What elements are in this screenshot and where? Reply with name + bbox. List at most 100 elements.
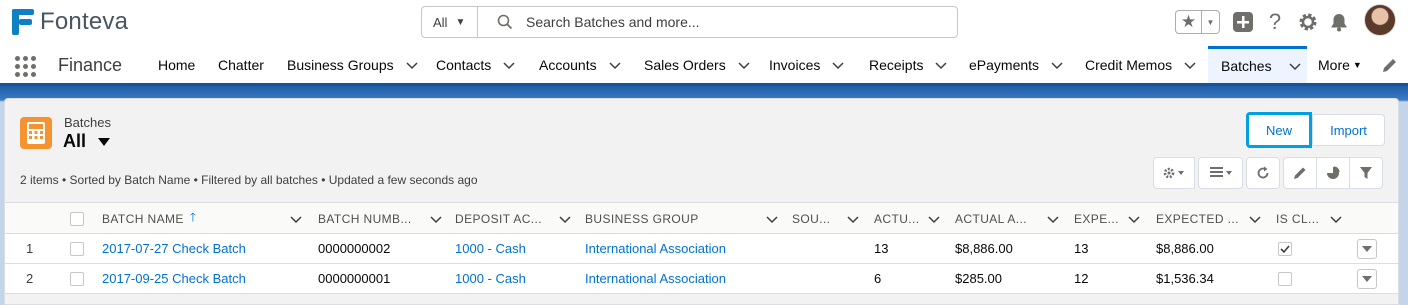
deposit-account-link[interactable]: 1000 - Cash (455, 234, 526, 263)
actual-amount-cell: $285.00 (955, 271, 1002, 286)
display-as-table-button[interactable] (1198, 157, 1243, 189)
list-settings-button[interactable] (1153, 157, 1195, 189)
chevron-down-icon[interactable] (928, 213, 940, 225)
filter-button[interactable] (1349, 157, 1383, 189)
column-header-actual-amount[interactable]: Actual A... (955, 203, 1059, 234)
batch-name-link[interactable]: 2017-07-27 Check Batch (102, 234, 246, 263)
list-summary: 2 items • Sorted by Batch Name • Filtere… (20, 173, 478, 187)
actual-count-cell: 13 (874, 241, 889, 256)
row-number: 1 (26, 241, 34, 256)
search-icon (497, 14, 513, 30)
new-button[interactable]: New (1246, 112, 1312, 148)
chevron-down-icon[interactable] (738, 59, 750, 71)
nav-item-more[interactable]: More ▼ (1318, 46, 1362, 83)
chevron-down-icon[interactable] (832, 59, 844, 71)
business-group-link[interactable]: International Association (585, 234, 726, 263)
chevron-down-icon[interactable] (559, 213, 571, 225)
column-header-business-group[interactable]: Business Group (585, 203, 778, 234)
chevron-down-icon[interactable] (503, 59, 515, 71)
list-view-name: All (63, 131, 87, 151)
edit-nav-pencil-icon[interactable] (1381, 57, 1398, 74)
refresh-button[interactable] (1246, 157, 1280, 189)
chevron-down-icon[interactable] (1249, 213, 1261, 225)
column-header-deposit-account[interactable]: Deposit Ac... (455, 203, 571, 234)
chevron-down-icon[interactable] (609, 59, 621, 71)
list-view-selector[interactable]: All (63, 131, 111, 152)
gear-icon[interactable] (1296, 10, 1320, 34)
nav-item-invoices[interactable]: Invoices (769, 46, 844, 83)
nav-item-credit-memos[interactable]: Credit Memos (1085, 46, 1196, 83)
chevron-down-icon[interactable] (1184, 59, 1196, 71)
nav-item-sales-orders[interactable]: Sales Orders (644, 46, 750, 83)
chevron-down-icon[interactable] (430, 213, 442, 225)
nav-item-accounts[interactable]: Accounts (539, 46, 621, 83)
row-actions-menu[interactable] (1357, 269, 1377, 289)
business-group-link[interactable]: International Association (585, 264, 726, 293)
chevron-down-icon[interactable] (1289, 60, 1301, 72)
help-icon[interactable]: ? (1263, 9, 1287, 34)
deposit-account-link[interactable]: 1000 - Cash (455, 264, 526, 293)
edit-list-button[interactable] (1283, 157, 1317, 189)
chevron-down-icon[interactable] (1128, 213, 1140, 225)
fonteva-logo[interactable]: Fonteva (10, 7, 128, 37)
nav-item-label: More (1318, 56, 1350, 73)
actual-count-cell: 6 (874, 271, 882, 286)
chevron-down-icon[interactable] (290, 213, 302, 225)
nav-item-home[interactable]: Home (158, 46, 195, 83)
nav-item-business-groups[interactable]: Business Groups (287, 46, 418, 83)
chevron-down-icon[interactable] (766, 213, 778, 225)
sort-ascending-icon: 🡑 (189, 210, 197, 224)
chevron-down-icon[interactable] (1051, 59, 1063, 71)
search-scope-dropdown[interactable]: All ▼ (422, 7, 478, 37)
favorites-dropdown-icon[interactable]: ▼ (1202, 11, 1219, 33)
nav-item-chatter[interactable]: Chatter (218, 46, 264, 83)
caret-down-icon (1362, 246, 1372, 252)
nav-item-receipts[interactable]: Receipts (869, 46, 947, 83)
batch-number-cell: 0000000002 (318, 241, 391, 256)
search-input[interactable]: Search Batches and more... (526, 14, 700, 30)
nav-item-label: Batches (1221, 58, 1272, 74)
global-actions-icon[interactable] (1231, 10, 1255, 34)
select-all-checkbox[interactable] (70, 203, 84, 234)
app-navigation-bar: Finance Home Chatter Business Groups Con… (0, 46, 1408, 86)
import-button[interactable]: Import (1312, 114, 1385, 146)
caret-down-icon (98, 137, 111, 146)
column-header-batch-name[interactable]: Batch Name 🡑 (102, 203, 302, 234)
row-number: 2 (26, 271, 34, 286)
column-header-expected-count[interactable]: Expe... (1074, 203, 1140, 234)
caret-down-icon: ▼ (455, 16, 466, 28)
app-name: Finance (58, 55, 123, 75)
app-launcher-icon[interactable] (15, 56, 37, 78)
row-select-checkbox[interactable] (70, 234, 84, 263)
table-header: Batch Name 🡑 Batch Numb... Deposit Ac...… (5, 202, 1398, 234)
column-header-actual-count[interactable]: Actu... (874, 203, 940, 234)
column-header-source[interactable]: Sou... (792, 203, 859, 234)
batch-name-link[interactable]: 2017-09-25 Check Batch (102, 264, 246, 293)
nav-item-batches[interactable]: Batches (1208, 46, 1307, 83)
fonteva-logo-icon (10, 7, 36, 37)
chevron-down-icon[interactable] (1047, 213, 1059, 225)
row-select-checkbox[interactable] (70, 264, 84, 293)
column-header-is-closed[interactable]: Is Cl... (1276, 203, 1342, 234)
charts-button[interactable] (1316, 157, 1350, 189)
expected-count-cell: 12 (1074, 271, 1089, 286)
column-header-expected-amount[interactable]: Expected ... (1156, 203, 1261, 234)
nav-item-label: Chatter (218, 56, 264, 73)
notifications-bell-icon[interactable] (1327, 10, 1351, 34)
nav-item-label: Business Groups (287, 56, 394, 73)
chevron-down-icon[interactable] (935, 59, 947, 71)
row-actions-menu[interactable] (1357, 239, 1377, 259)
nav-item-epayments[interactable]: ePayments (969, 46, 1063, 83)
nav-item-label: Home (158, 56, 196, 73)
expected-amount-cell: $8,886.00 (1156, 241, 1214, 256)
column-header-batch-number[interactable]: Batch Numb... (318, 203, 442, 234)
nav-item-label: Credit Memos (1085, 56, 1173, 73)
user-avatar[interactable] (1364, 4, 1396, 36)
nav-item-contacts[interactable]: Contacts (436, 46, 515, 83)
chevron-down-icon[interactable] (1330, 213, 1342, 225)
global-header: Fonteva All ▼ Search Batches and more...… (0, 0, 1408, 46)
chevron-down-icon[interactable] (847, 213, 859, 225)
favorites-button[interactable]: ★ ▼ (1175, 10, 1220, 34)
chevron-down-icon[interactable] (406, 59, 418, 71)
star-icon[interactable]: ★ (1176, 11, 1202, 33)
